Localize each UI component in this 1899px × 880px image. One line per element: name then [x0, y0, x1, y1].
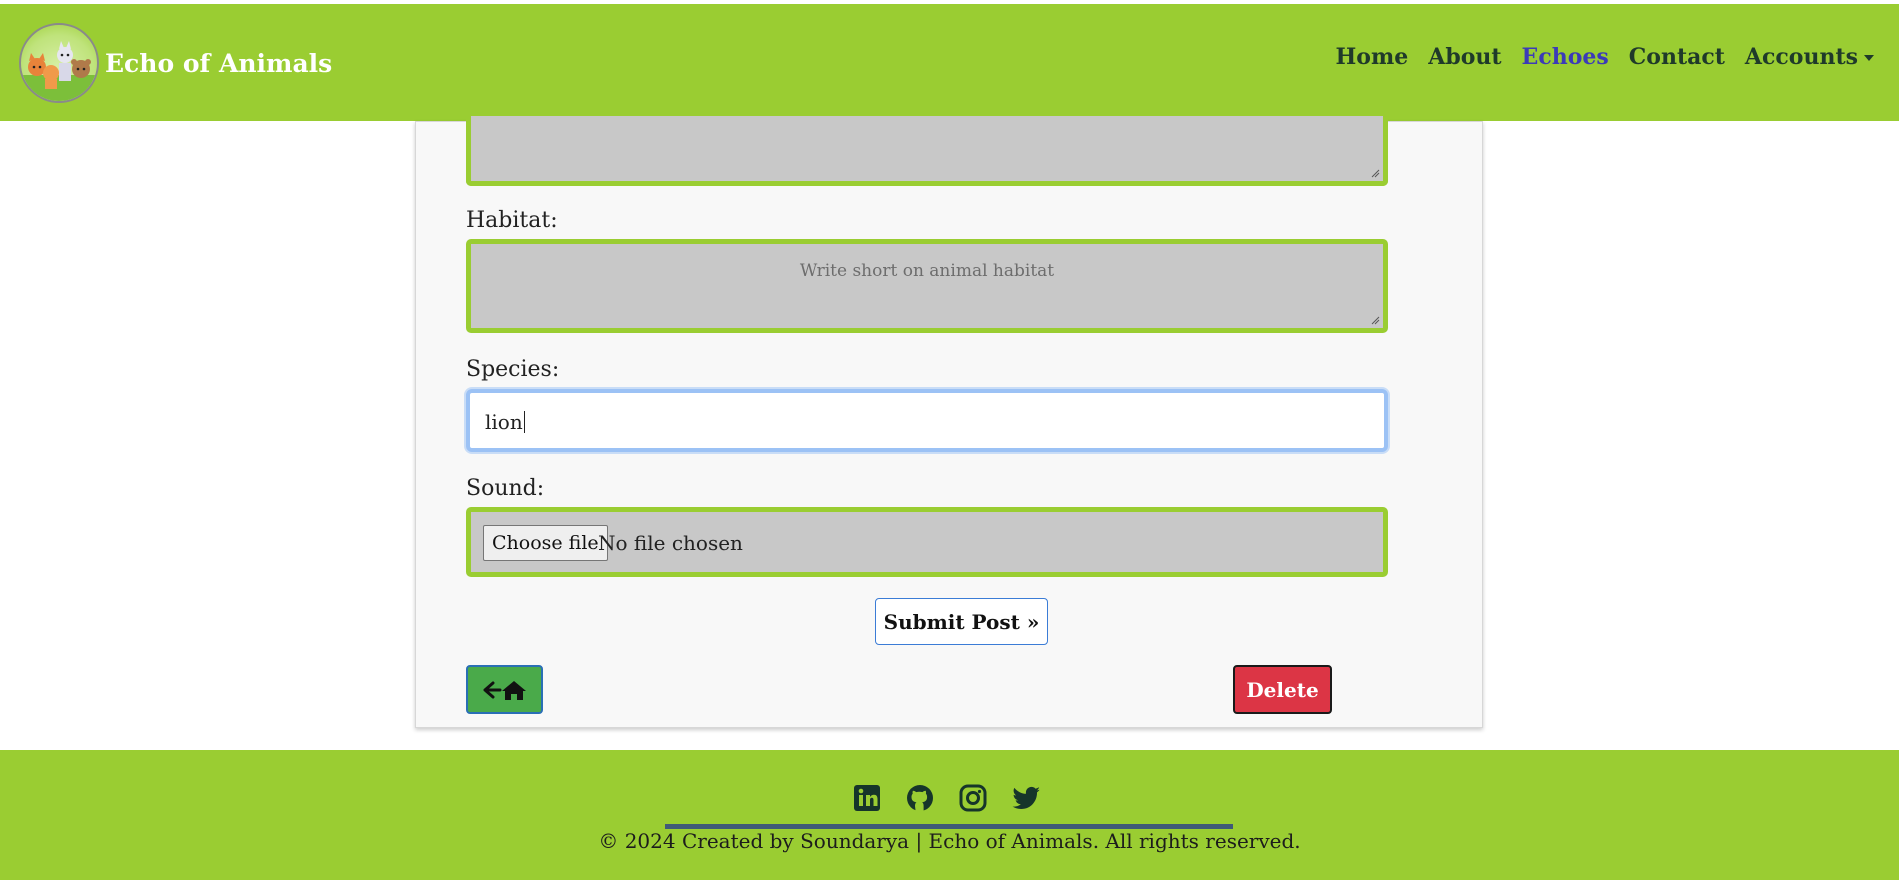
resize-handle-icon[interactable] [1370, 168, 1380, 178]
species-input[interactable]: lion [466, 389, 1388, 452]
sound-file-input[interactable]: Choose file No file chosen [466, 507, 1388, 577]
habitat-placeholder: Write short on animal habitat [799, 261, 1055, 281]
github-icon[interactable] [906, 784, 934, 812]
species-value-text: lion [485, 410, 523, 434]
species-label: Species: [466, 357, 560, 382]
delete-button[interactable]: Delete [1233, 665, 1332, 714]
sound-label: Sound: [466, 476, 545, 501]
brand-name[interactable]: Echo of Animals [105, 49, 332, 78]
navbar: Echo of Animals Home About Echoes Contac… [0, 0, 1899, 121]
brand-logo [19, 23, 99, 103]
nav-about[interactable]: About [1428, 44, 1501, 70]
no-file-text: No file chosen [598, 531, 743, 555]
copyright-text: © 2024 Created by Soundarya | Echo of An… [598, 829, 1301, 853]
nav-home[interactable]: Home [1336, 44, 1409, 70]
resize-handle-icon[interactable] [1370, 315, 1380, 325]
brand[interactable]: Echo of Animals [19, 23, 332, 103]
footer [0, 750, 1899, 880]
social-links [853, 784, 1065, 812]
text-cursor [523, 411, 525, 433]
submit-post-button[interactable]: Submit Post » [875, 598, 1048, 645]
nav-accounts-label: Accounts [1744, 44, 1858, 70]
caret-down-icon [1864, 55, 1874, 61]
twitter-icon[interactable] [1012, 784, 1040, 812]
description-textarea[interactable] [466, 116, 1388, 186]
nav-contact[interactable]: Contact [1629, 44, 1725, 70]
instagram-icon[interactable] [959, 784, 987, 812]
nav-accounts-dropdown[interactable]: Accounts [1745, 44, 1874, 70]
habitat-textarea[interactable]: Write short on animal habitat [466, 239, 1388, 333]
choose-file-button[interactable]: Choose file [483, 525, 608, 561]
habitat-label: Habitat: [466, 208, 558, 233]
nav-echoes[interactable]: Echoes [1522, 44, 1609, 70]
back-home-icon [483, 680, 526, 700]
main-nav: Home About Echoes Contact Accounts [1316, 44, 1874, 70]
species-input-value: lion [485, 410, 525, 434]
linkedin-icon[interactable] [853, 784, 881, 812]
back-home-button[interactable] [466, 665, 543, 714]
